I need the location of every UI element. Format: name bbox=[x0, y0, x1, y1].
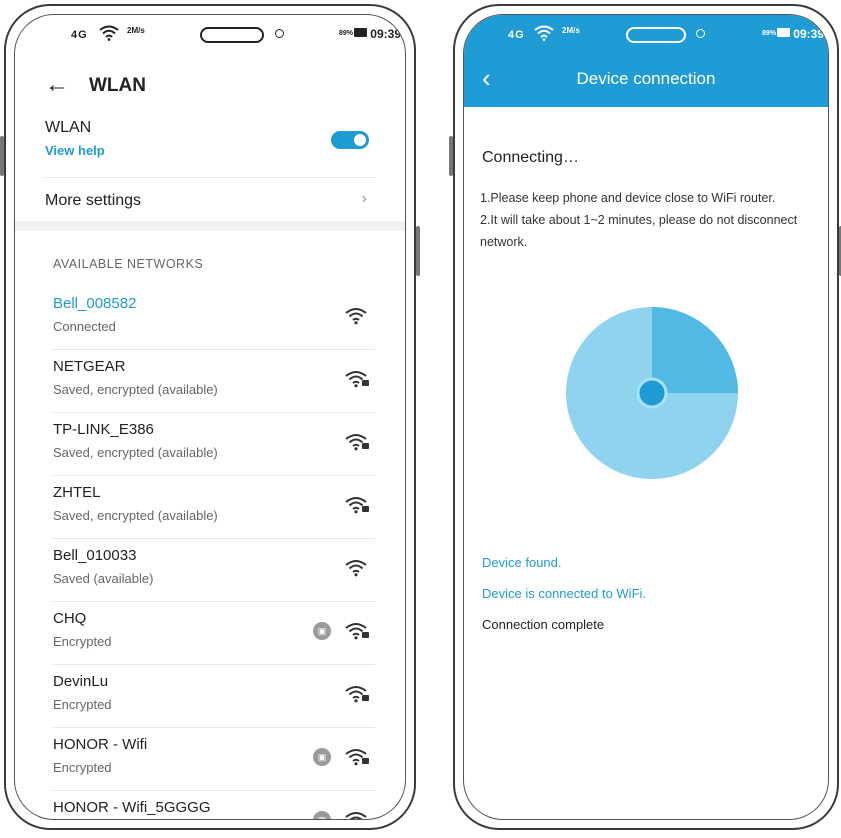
lock-icon bbox=[362, 380, 369, 386]
network-name: TP-LINK_E386 bbox=[53, 421, 154, 438]
network-name: HONOR - Wifi bbox=[53, 736, 148, 753]
phone-frame-left: 4G 2M/s 89% 09:39 ← WLAN WLAN View help … bbox=[0, 4, 420, 830]
camera-icon bbox=[696, 29, 705, 38]
radar-sweep bbox=[652, 307, 738, 393]
network-row[interactable]: ZHTEL Saved, encrypted (available) bbox=[53, 475, 375, 538]
network-name: NETGEAR bbox=[53, 358, 126, 375]
wlan-toggle[interactable] bbox=[331, 131, 369, 149]
lock-icon bbox=[362, 632, 369, 638]
battery-icon bbox=[777, 28, 790, 37]
app-header: 4G 2M/s 89% 09:39 ‹ Device connection bbox=[464, 15, 828, 107]
network-name: Bell_008582 bbox=[53, 295, 137, 312]
wifi-signal-icon bbox=[345, 559, 367, 577]
status-time: 09:39 bbox=[370, 27, 401, 41]
status-line-device-found: Device found. bbox=[482, 555, 562, 570]
available-networks-heading: AVAILABLE NETWORKS bbox=[53, 257, 204, 271]
toggle-knob bbox=[354, 134, 366, 146]
network-row[interactable]: HONOR - Wifi_5GGGGEncrypted▣ bbox=[53, 790, 375, 819]
view-help-link[interactable]: View help bbox=[45, 143, 105, 158]
wifi-signal-icon bbox=[345, 307, 367, 325]
battery-percent: 89% bbox=[338, 30, 353, 37]
lock-icon bbox=[362, 443, 369, 449]
network-row[interactable]: Bell_010033 Saved (available) bbox=[53, 538, 375, 601]
status-wifi-icon bbox=[99, 25, 119, 44]
volume-button bbox=[449, 136, 453, 176]
network-row[interactable]: DevinLu Encrypted bbox=[53, 664, 375, 727]
more-settings-label: More settings bbox=[45, 192, 142, 209]
radar-center-dot bbox=[636, 377, 668, 409]
wlan-label: WLAN bbox=[45, 119, 92, 136]
lock-icon bbox=[362, 695, 369, 701]
instructions: 1.Please keep phone and device close to … bbox=[480, 187, 820, 253]
screen-wlan: 4G 2M/s 89% 09:39 ← WLAN WLAN View help … bbox=[14, 14, 406, 820]
app-header: ← WLAN bbox=[15, 53, 405, 113]
share-icon[interactable]: ▣ bbox=[313, 622, 331, 640]
network-status: Encrypted bbox=[53, 697, 112, 712]
camera-icon bbox=[275, 29, 284, 38]
network-speed: 2M/s bbox=[127, 26, 145, 35]
network-list: Bell_008582 Connected NETGEAR Saved, encryp… bbox=[53, 287, 375, 819]
network-status: Saved (available) bbox=[53, 571, 154, 586]
connecting-heading: Connecting… bbox=[482, 149, 579, 166]
page-title: WLAN bbox=[89, 75, 146, 96]
network-status: Encrypted bbox=[53, 634, 112, 649]
more-settings-row[interactable]: More settings › bbox=[45, 177, 375, 226]
network-status: Encrypted bbox=[53, 760, 112, 775]
wlan-toggle-row[interactable]: WLAN View help bbox=[45, 115, 375, 171]
wifi-signal-icon bbox=[345, 811, 367, 819]
status-wifi-icon bbox=[534, 25, 554, 44]
network-row[interactable]: HONOR - Wifi Encrypted ▣ bbox=[53, 727, 375, 790]
network-row[interactable]: Bell_008582 Connected bbox=[53, 287, 375, 349]
network-name: CHQ bbox=[53, 610, 87, 627]
back-arrow-icon[interactable]: ← bbox=[45, 71, 69, 99]
volume-button bbox=[0, 136, 4, 176]
status-bar: 4G 2M/s 89% 09:39 bbox=[464, 15, 828, 53]
screen-device-connection: 4G 2M/s 89% 09:39 ‹ Device connection Co… bbox=[463, 14, 829, 820]
speaker-notch bbox=[626, 27, 686, 43]
radar-animation bbox=[564, 305, 740, 481]
chevron-right-icon: › bbox=[361, 190, 367, 207]
lock-icon bbox=[362, 758, 369, 764]
network-row[interactable]: CHQ Encrypted ▣ bbox=[53, 601, 375, 664]
battery-icon bbox=[354, 28, 367, 37]
connection-status-list: Device found. Device is connected to WiF… bbox=[482, 547, 646, 640]
network-status: Saved, encrypted (available) bbox=[53, 508, 218, 523]
power-button bbox=[416, 226, 420, 276]
status-time: 09:39 bbox=[793, 27, 824, 41]
instruction-line: 1.Please keep phone and device close to … bbox=[480, 191, 776, 205]
status-line-connected-wifi: Device is connected to WiFi. bbox=[482, 586, 647, 601]
share-icon[interactable]: ▣ bbox=[313, 811, 331, 819]
network-speed: 2M/s bbox=[562, 26, 580, 35]
phone-frame-right: 4G 2M/s 89% 09:39 ‹ Device connection Co… bbox=[449, 4, 841, 830]
page-title: Device connection bbox=[576, 69, 716, 88]
speaker-notch bbox=[200, 27, 264, 43]
network-status: Saved, encrypted (available) bbox=[53, 445, 218, 460]
lock-icon bbox=[362, 506, 369, 512]
network-name: ZHTEL bbox=[53, 484, 101, 501]
status-bar: 4G 2M/s 89% 09:39 bbox=[15, 15, 405, 53]
network-row[interactable]: NETGEAR Saved, encrypted (available) bbox=[53, 349, 375, 412]
section-divider bbox=[15, 221, 405, 231]
network-status: Connected bbox=[53, 319, 116, 334]
instruction-line: 2.It will take about 1~2 minutes, please… bbox=[480, 213, 798, 249]
battery-percent: 89% bbox=[761, 30, 776, 37]
network-name: HONOR - Wifi_5GGGG bbox=[53, 799, 211, 816]
network-name: Bell_010033 bbox=[53, 547, 137, 564]
share-icon[interactable]: ▣ bbox=[313, 748, 331, 766]
status-line-complete: Connection complete bbox=[482, 617, 605, 632]
network-row[interactable]: TP-LINK_E386 Saved, encrypted (available) bbox=[53, 412, 375, 475]
signal-icon: 4G bbox=[71, 29, 88, 41]
signal-icon: 4G bbox=[508, 29, 525, 41]
network-status: Saved, encrypted (available) bbox=[53, 382, 218, 397]
network-name: DevinLu bbox=[53, 673, 109, 690]
